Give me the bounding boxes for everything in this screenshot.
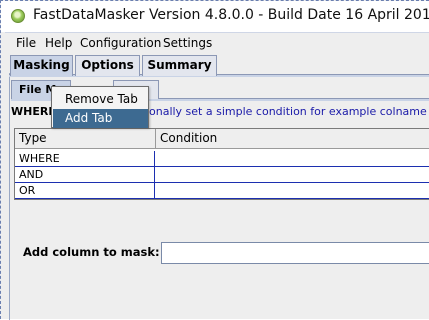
- where-label: WHERE: [11, 105, 56, 118]
- cell-type[interactable]: WHERE: [15, 151, 155, 167]
- table-row[interactable]: OR: [15, 183, 429, 199]
- cell-condition[interactable]: [156, 151, 429, 167]
- table-row[interactable]: AND: [15, 167, 429, 183]
- app-icon: [11, 9, 25, 23]
- conditions-table: Type Condition WHERE AND OR: [14, 128, 429, 200]
- tab-masking[interactable]: Masking: [10, 55, 73, 76]
- where-hint: onally set a simple condition for exampl…: [149, 105, 429, 118]
- tab-options[interactable]: Options: [75, 55, 140, 76]
- menu-file[interactable]: File: [16, 36, 36, 50]
- cell-type[interactable]: OR: [15, 183, 155, 199]
- cell-condition[interactable]: [156, 167, 429, 183]
- menu-item-add-tab[interactable]: Add Tab: [53, 109, 148, 128]
- menu-item-remove-tab[interactable]: Remove Tab: [53, 90, 148, 109]
- menu-settings[interactable]: Settings: [163, 36, 212, 50]
- menu-help[interactable]: Help: [45, 36, 72, 50]
- cell-type[interactable]: AND: [15, 167, 155, 183]
- header-type[interactable]: Type: [15, 129, 156, 149]
- application-window: FastDataMasker Version 4.8.0.0 - Build D…: [0, 0, 429, 320]
- tab-context-menu: Remove Tab Add Tab: [51, 86, 149, 128]
- header-condition[interactable]: Condition: [156, 129, 429, 149]
- add-column-label: Add column to mask:: [23, 245, 160, 259]
- cell-condition[interactable]: [156, 183, 429, 199]
- menu-configuration[interactable]: Configuration: [80, 36, 161, 50]
- add-column-input[interactable]: [161, 242, 429, 264]
- title-bar[interactable]: FastDataMasker Version 4.8.0.0 - Build D…: [1, 1, 429, 32]
- table-row[interactable]: WHERE: [15, 151, 429, 167]
- window-title: FastDataMasker Version 4.8.0.0 - Build D…: [33, 7, 429, 23]
- tab-summary[interactable]: Summary: [142, 55, 217, 76]
- menu-bar: File Help Configuration Settings: [5, 33, 429, 52]
